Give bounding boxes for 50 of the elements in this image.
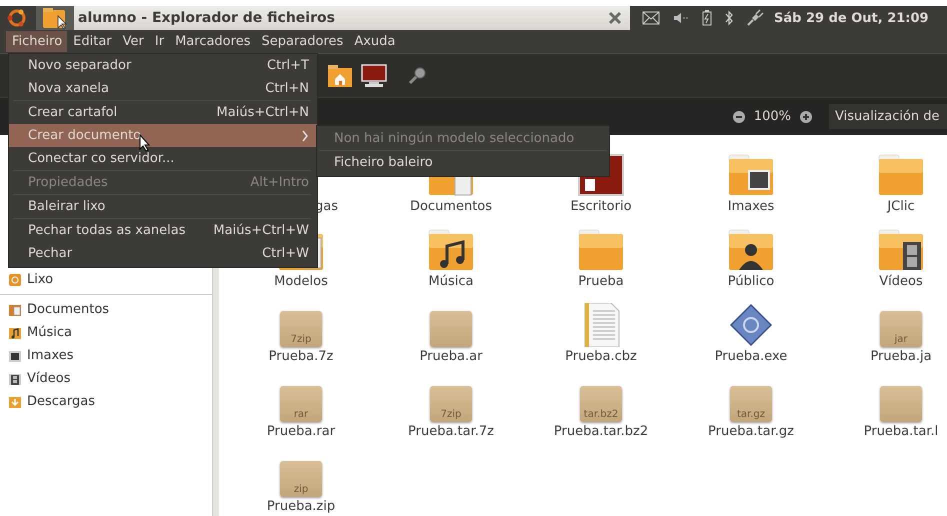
menu-item-label: Crear documento bbox=[28, 128, 142, 143]
file-name: Prueba.cbz bbox=[565, 349, 637, 364]
file-name: Prueba.ja bbox=[870, 349, 932, 364]
file-name: Modelos bbox=[274, 274, 328, 289]
file-name: Escritorio bbox=[570, 199, 632, 214]
menu-item-label: Crear cartafol bbox=[28, 105, 118, 120]
menu-item-label: Pechar bbox=[28, 246, 72, 261]
file-name: Prueba.tar.bz2 bbox=[554, 424, 648, 439]
menu-item-label: Conectar co servidor... bbox=[28, 151, 174, 166]
sidebar-label: Descargas bbox=[27, 394, 96, 409]
file-name: Prueba.zip bbox=[266, 499, 336, 514]
archive-type-label: rar bbox=[294, 409, 308, 422]
shortcut-label: Maiús+Ctrl+N bbox=[216, 105, 309, 120]
menu-item-label: Propiedades bbox=[28, 175, 108, 190]
sidebar-label: Vídeos bbox=[27, 371, 70, 386]
file-name: Prueba.tar.l bbox=[864, 424, 938, 439]
shortcut-label: Ctrl+N bbox=[265, 81, 309, 96]
sidebar-label: Documentos bbox=[27, 302, 110, 317]
archive-type-label: tar.gz bbox=[736, 409, 766, 422]
file-name: Prueba.rar bbox=[266, 424, 336, 439]
archive-type-label: tar.bz2 bbox=[584, 409, 618, 422]
file-name: Prueba.7z bbox=[268, 349, 334, 364]
window-title: alumno - Explorador de ficheiros bbox=[78, 10, 335, 26]
menu-item-label: Pechar todas as xanelas bbox=[28, 223, 186, 238]
archive-type-label: 7zip bbox=[440, 409, 462, 422]
menu-item-label: Novo separador bbox=[28, 58, 132, 73]
file-name: Vídeos bbox=[879, 274, 923, 289]
menu-item-label: Nova xanela bbox=[28, 81, 109, 96]
file-name: JClic bbox=[887, 199, 915, 214]
sidebar-label: Música bbox=[27, 325, 72, 340]
archive-type-label: 7zip bbox=[290, 334, 312, 347]
archive-type-label: jar bbox=[894, 334, 908, 347]
archive-type-label: zip bbox=[294, 484, 308, 497]
file-name: Público bbox=[728, 274, 774, 289]
zoom-level: 100% bbox=[754, 109, 791, 124]
file-name: Prueba.tar.7z bbox=[408, 424, 494, 439]
file-name: Documentos bbox=[410, 199, 492, 214]
shortcut-label: Ctrl+T bbox=[267, 58, 309, 73]
file-name: Prueba.tar.gz bbox=[708, 424, 794, 439]
file-name: Prueba.exe bbox=[714, 349, 788, 364]
file-name: Prueba bbox=[578, 274, 624, 289]
shortcut-label: Alt+Intro bbox=[250, 175, 309, 190]
sidebar-label: Imaxes bbox=[27, 348, 74, 363]
shortcut-label: Ctrl+W bbox=[262, 246, 309, 261]
file-name: Prueba.ar bbox=[420, 349, 482, 364]
file-name: Música bbox=[428, 274, 474, 289]
shortcut-label: Maiús+Ctrl+W bbox=[213, 223, 309, 238]
file-name: Imaxes bbox=[728, 199, 774, 214]
menu-item-label: Baleirar lixo bbox=[28, 199, 106, 214]
sidebar-label: Lixo bbox=[27, 272, 54, 287]
